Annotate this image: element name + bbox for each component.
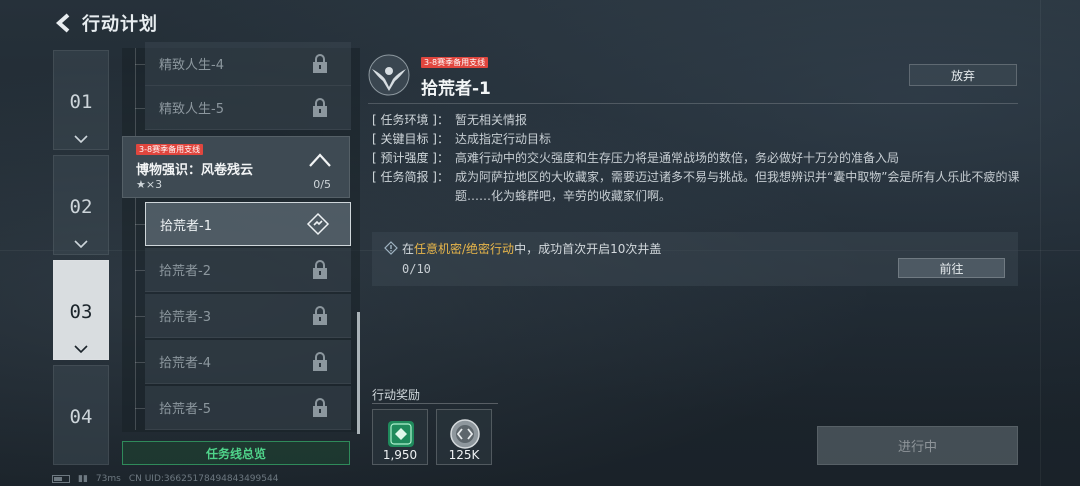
- task-prefix: 在: [402, 242, 415, 256]
- task-description: 在任意机密/绝密行动中，成功首次开启10次井盖: [402, 240, 661, 257]
- mission-item-label: 精致人生-5: [159, 102, 224, 117]
- info-value: 暂无相关情报: [455, 113, 528, 127]
- info-key-objective: [ 关键目标 ]： 达成指定行动目标: [372, 130, 1022, 149]
- tree-stub: [135, 270, 145, 271]
- mission-item-label: 拾荒者-4: [159, 356, 211, 371]
- task-suffix: 中，成功首次开启10次井盖: [514, 242, 662, 256]
- chevron-down-icon: [74, 240, 88, 248]
- reward-item[interactable]: 125K: [436, 409, 492, 465]
- season-tag: 3-8赛季备用支线: [136, 144, 204, 155]
- tree-line: [135, 198, 136, 430]
- info-label: [ 关键目标 ]：: [372, 132, 449, 146]
- green-token-icon: [388, 421, 414, 447]
- tree-stub: [135, 362, 145, 363]
- task-objective-box: 在任意机密/绝密行动中，成功首次开启10次井盖 0/10 前往: [372, 232, 1018, 286]
- mission-item-scavenger-4[interactable]: 拾荒者-4: [145, 340, 351, 384]
- chevron-up-icon[interactable]: [309, 153, 331, 167]
- silver-coin-icon: [450, 419, 480, 449]
- uid-text: CN UID:36625178494843499544: [128, 474, 279, 484]
- tree-stub: [135, 108, 145, 109]
- abandon-button[interactable]: 放弃: [909, 64, 1017, 86]
- mission-item-label: 精致人生-4: [159, 58, 224, 73]
- chapter-tab-01[interactable]: 01: [53, 50, 109, 150]
- lock-icon: [313, 398, 327, 417]
- chapter-number: 01: [69, 91, 93, 113]
- reward-item[interactable]: 1,950: [372, 409, 428, 465]
- task-progress: 0/10: [402, 262, 431, 276]
- chapter-tab-04[interactable]: 04: [53, 365, 109, 465]
- tree-stub: [135, 316, 145, 317]
- mission-item-label: 拾荒者-2: [159, 264, 211, 279]
- info-label: [ 预计强度 ]：: [372, 151, 449, 165]
- mission-title: 拾荒者-1: [421, 79, 491, 99]
- info-value: 高难行动中的交火强度和生存压力将是通常战场的数倍，务必做好十万分的准备入局: [455, 151, 900, 165]
- battery-icon: [52, 475, 70, 483]
- lock-icon: [313, 352, 327, 371]
- info-value: 达成指定行动目标: [455, 132, 552, 146]
- header: 行动计划: [52, 8, 158, 38]
- chevron-down-icon: [74, 135, 88, 143]
- tree-stub: [135, 224, 145, 225]
- mission-item-jingzhi-5[interactable]: 精致人生-5: [145, 86, 351, 130]
- lock-icon: [313, 260, 327, 279]
- detail-season-tag: 3-8赛季备用支线: [421, 57, 489, 68]
- objective-diamond-icon: [384, 241, 398, 255]
- mission-item-scavenger-3[interactable]: 拾荒者-3: [145, 294, 351, 338]
- mission-item-scavenger-1[interactable]: 拾荒者-1: [145, 202, 351, 246]
- list-scrollbar[interactable]: [357, 312, 360, 434]
- chapter-number: 02: [69, 196, 93, 218]
- lock-icon: [313, 306, 327, 325]
- signal-icon: ▮▮: [78, 474, 88, 484]
- divider: [368, 103, 1018, 104]
- go-button[interactable]: 前往: [898, 258, 1005, 278]
- mission-item-scavenger-2[interactable]: 拾荒者-2: [145, 248, 351, 292]
- mission-item-label: 拾荒者-5: [159, 402, 211, 417]
- mission-item-scavenger-5[interactable]: 拾荒者-5: [145, 386, 351, 430]
- info-briefing: [ 任务简报 ]： 成为阿萨拉地区的大收藏家，需要迈过诸多不易与挑战。但我想辨识…: [372, 168, 1022, 206]
- rewards-label: 行动奖励: [372, 388, 421, 402]
- chapter-tab-03[interactable]: 03: [53, 260, 109, 360]
- mission-line-overview-button[interactable]: 任务线总览: [122, 441, 350, 465]
- tree-stub: [135, 64, 145, 65]
- eagle-emblem-icon: [368, 54, 410, 96]
- reward-amount: 1,950: [382, 448, 418, 462]
- info-label: [ 任务简报 ]：: [372, 170, 449, 184]
- chevron-down-icon: [74, 345, 88, 353]
- mission-item-jingzhi-4[interactable]: 精致人生-4: [145, 42, 351, 86]
- footer-status: ▮▮ 73ms CN UID:36625178494843499544: [52, 474, 278, 484]
- chapter-number: 04: [69, 406, 93, 428]
- group-stars: ★×3: [136, 178, 163, 191]
- ping-text: 73ms: [95, 474, 121, 484]
- tree-line: [135, 48, 136, 136]
- back-arrow-icon[interactable]: [52, 10, 74, 36]
- in-progress-diamond-icon: [306, 212, 330, 236]
- info-value: 成为阿萨拉地区的大收藏家，需要迈过诸多不易与挑战。但我想辨识并“囊中取物”会是所…: [455, 170, 1020, 203]
- in-progress-button: 进行中: [817, 426, 1018, 465]
- tree-stub: [135, 408, 145, 409]
- group-name: 博物强识：风卷残云: [136, 163, 254, 178]
- mission-item-label: 拾荒者-3: [159, 310, 211, 325]
- mission-item-label: 拾荒者-1: [160, 218, 212, 234]
- info-label: [ 任务环境 ]：: [372, 113, 449, 127]
- info-intensity: [ 预计强度 ]： 高难行动中的交火强度和生存压力将是通常战场的数倍，务必做好十…: [372, 149, 1022, 168]
- lock-icon: [313, 54, 327, 73]
- page-title: 行动计划: [82, 14, 158, 35]
- task-highlight: 任意机密/绝密行动: [414, 242, 515, 256]
- lock-icon: [313, 98, 327, 117]
- mission-group-card[interactable]: 3-8赛季备用支线 博物强识：风卷残云 ★×3 0/5: [122, 136, 350, 198]
- chapter-tab-02[interactable]: 02: [53, 155, 109, 255]
- group-progress: 0/5: [313, 178, 331, 191]
- bg-grid-line: [1040, 0, 1041, 486]
- chapter-number: 03: [69, 301, 93, 323]
- rewards-underline: [372, 403, 498, 404]
- info-environment: [ 任务环境 ]： 暂无相关情报: [372, 111, 1022, 130]
- reward-amount: 125K: [448, 448, 480, 462]
